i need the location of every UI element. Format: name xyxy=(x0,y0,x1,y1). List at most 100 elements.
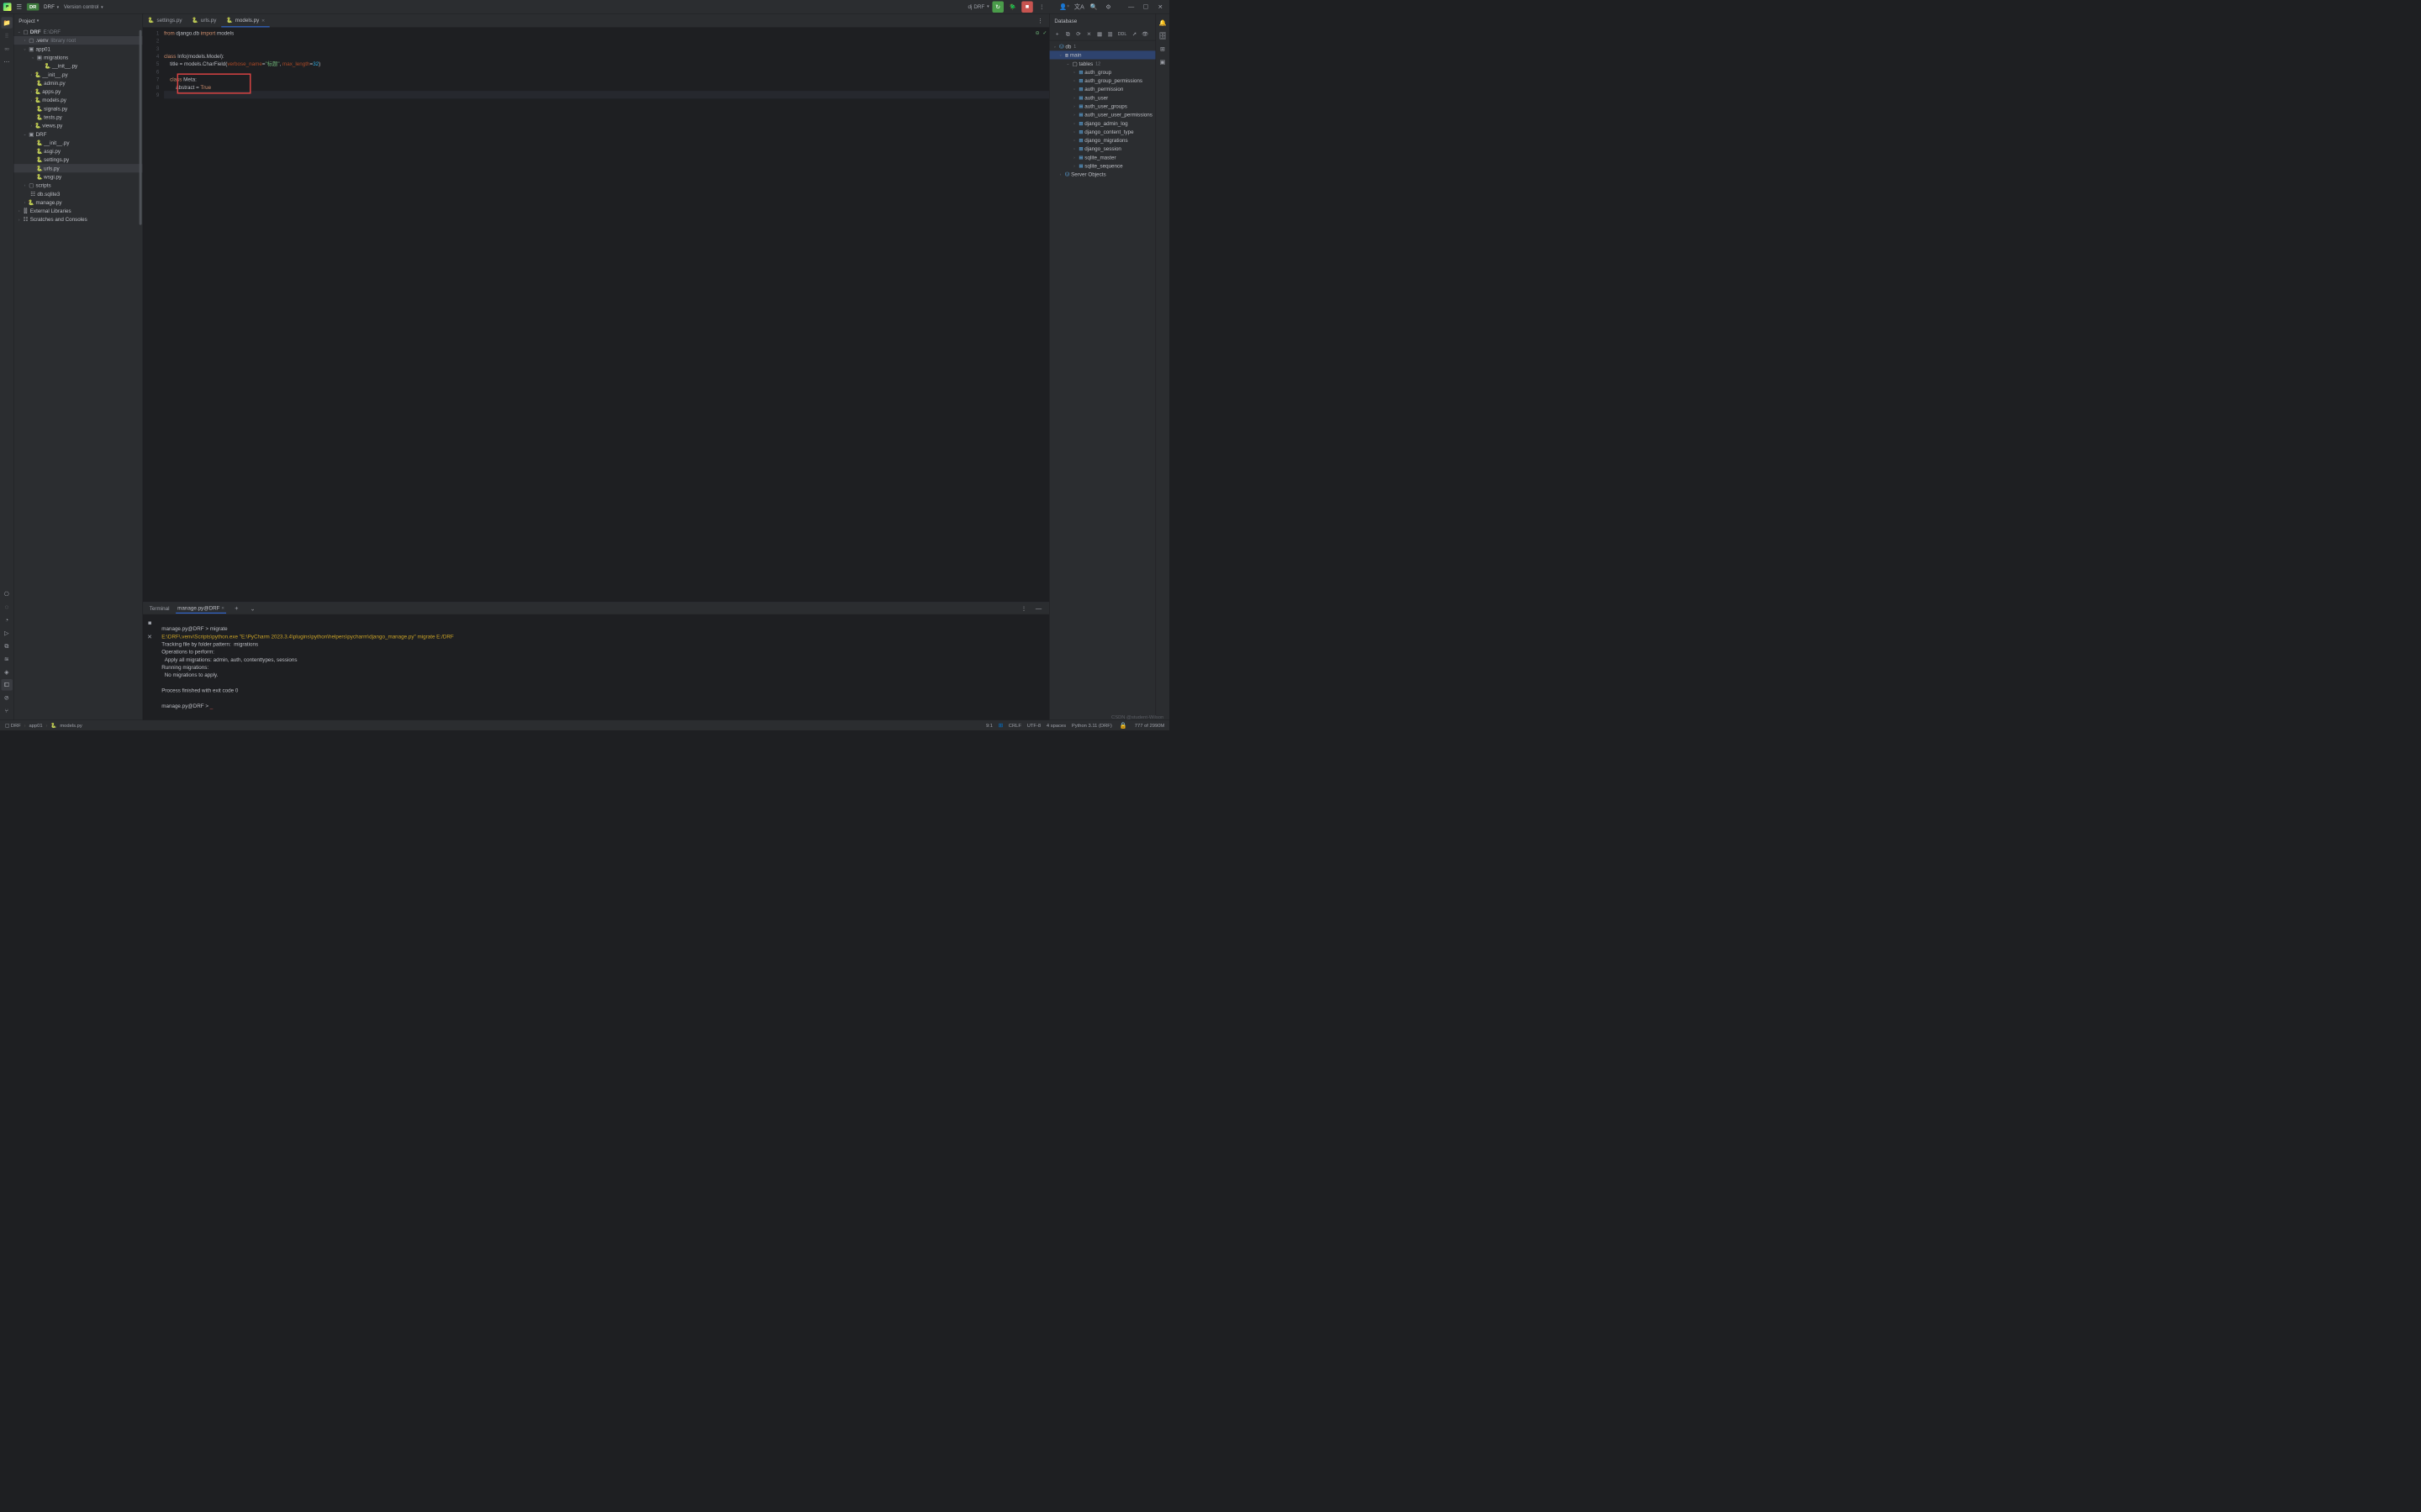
tree-file[interactable]: 🐍asgi.py xyxy=(13,147,142,155)
db-table[interactable]: ›▦django_session xyxy=(1050,145,1156,153)
git-tool-icon[interactable]: ⑂ xyxy=(1,705,13,717)
tw5-icon[interactable]: ◈ xyxy=(1,666,13,678)
tree-drf[interactable]: ⌄▣DRF xyxy=(13,130,142,139)
sciview-icon[interactable]: ⊞ xyxy=(1157,43,1168,55)
db-eye-icon[interactable]: 👁 xyxy=(1141,29,1150,39)
db-view2-icon[interactable]: ▥ xyxy=(1105,29,1115,39)
project-tool-icon[interactable]: 📁 xyxy=(1,17,13,29)
endpoints-icon[interactable]: ▣ xyxy=(1157,56,1168,68)
terminal-tool-icon[interactable]: ⧠ xyxy=(1,679,13,691)
project-panel-header[interactable]: Project ▾ xyxy=(13,13,142,27)
db-table[interactable]: ›▦auth_user_groups xyxy=(1050,102,1156,110)
notifications-icon[interactable]: 🔔 xyxy=(1157,17,1168,29)
db-node-main[interactable]: ⌄⧇main xyxy=(1050,50,1156,59)
more-actions-icon[interactable]: ⋮ xyxy=(1036,1,1048,13)
line-sep[interactable]: CRLF xyxy=(1009,722,1021,728)
tree-db[interactable]: ☷db.sqlite3 xyxy=(13,190,142,198)
db-table[interactable]: ›▦django_admin_log xyxy=(1050,119,1156,128)
tree-app01[interactable]: ⌄▣app01 xyxy=(13,45,142,53)
tree-file[interactable]: ›🐍apps.py xyxy=(13,87,142,96)
tree-file[interactable]: ›🐍views.py xyxy=(13,121,142,129)
tree-file[interactable]: 🐍signals.py xyxy=(13,104,142,113)
tree-file[interactable]: 🐍settings.py xyxy=(13,155,142,164)
db-table[interactable]: ›▦django_migrations xyxy=(1050,136,1156,145)
code-with-me-icon[interactable]: 👤⁺ xyxy=(1059,1,1071,13)
tab-urls[interactable]: 🐍urls.py xyxy=(187,13,221,27)
db-add-icon[interactable]: + xyxy=(1052,29,1062,39)
memory-indicator[interactable]: 777 of 2990M xyxy=(1135,722,1164,728)
inspection-ok-icon[interactable]: ✓ xyxy=(1042,29,1047,37)
tree-scripts[interactable]: ›▢scripts xyxy=(13,181,142,189)
bookmarks-tool-icon[interactable]: ▫▫ xyxy=(1,43,13,55)
db-refresh-icon[interactable]: ⟳ xyxy=(1074,29,1084,39)
terminal-dropdown-icon[interactable]: ⌄ xyxy=(247,603,259,614)
tree-root[interactable]: ⌄▢DRFE:\DRF xyxy=(13,28,142,36)
python-console-icon[interactable]: ⧉ xyxy=(1,640,13,652)
tree-file[interactable]: 🐍tests.py xyxy=(13,113,142,121)
scrollbar-thumb[interactable] xyxy=(140,30,142,225)
db-jump-icon[interactable]: ➚ xyxy=(1130,29,1139,39)
stop-button[interactable]: ■ xyxy=(1021,1,1033,13)
tab-more-icon[interactable]: ⋮ xyxy=(1035,15,1047,27)
encoding[interactable]: UTF-8 xyxy=(1027,722,1041,728)
tree-file[interactable]: 🐍__init__.py xyxy=(13,139,142,147)
terminal-hide-icon[interactable]: — xyxy=(1033,603,1045,614)
db-duplicate-icon[interactable]: ⧉ xyxy=(1063,29,1073,39)
tree-manage[interactable]: ›🐍manage.py xyxy=(13,198,142,207)
tree-venv[interactable]: ›▢.venvlibrary root xyxy=(13,36,142,45)
terminal-output[interactable]: manage.py@DRF > migrate E:\DRF\.venv\Scr… xyxy=(156,614,1049,719)
settings-icon[interactable]: ⚙ xyxy=(1103,1,1115,13)
problems-icon[interactable]: ⊘ xyxy=(1,693,13,704)
db-ddl-button[interactable]: DDL xyxy=(1116,31,1128,36)
tree-scratches[interactable]: ›☷Scratches and Consoles xyxy=(13,215,142,224)
tree-external[interactable]: ›⫿⫿External Libraries xyxy=(13,207,142,215)
db-stop-icon[interactable]: ⨯ xyxy=(1084,29,1094,39)
caret-position[interactable]: 9:1 xyxy=(986,722,993,728)
tab-models[interactable]: 🐍models.py× xyxy=(221,13,270,27)
vcs-dropdown[interactable]: Version control ▾ xyxy=(64,3,103,9)
tree-file-urls[interactable]: 🐍urls.py xyxy=(13,164,142,172)
db-node-tables[interactable]: ⌄▢tables12 xyxy=(1050,60,1156,68)
main-menu-icon[interactable]: ☰ xyxy=(16,3,22,11)
db-table[interactable]: ›▦sqlite_sequence xyxy=(1050,161,1156,170)
db-table[interactable]: ›▦auth_permission xyxy=(1050,85,1156,93)
structure-tool-icon[interactable]: ⫶⫶ xyxy=(1,30,13,42)
lock-icon[interactable]: 🔒 xyxy=(1118,719,1130,731)
close-tab-icon[interactable]: × xyxy=(221,605,224,611)
more-tools-icon[interactable]: ⋯ xyxy=(1,56,13,68)
tw4-icon[interactable]: ▷ xyxy=(1,627,13,639)
tree-file[interactable]: ›🐍__init__.py xyxy=(13,71,142,79)
terminal-tab-manage[interactable]: manage.py@DRF × xyxy=(176,603,226,614)
minimize-icon[interactable]: — xyxy=(1126,1,1137,13)
services-icon[interactable]: ≋ xyxy=(1,653,13,665)
tree-migrations[interactable]: ⌄▣migrations xyxy=(13,53,142,61)
run-button[interactable]: ↻ xyxy=(992,1,1004,13)
tw3-icon[interactable]: ◔ xyxy=(1,614,13,626)
project-badge[interactable]: DR xyxy=(27,3,39,11)
new-terminal-icon[interactable]: + xyxy=(231,603,243,614)
db-table[interactable]: ›▦sqlite_master xyxy=(1050,153,1156,161)
debug-button[interactable]: 🪲 xyxy=(1007,1,1019,13)
tree-file[interactable]: 🐍wsgi.py xyxy=(13,172,142,181)
interpreter[interactable]: Python 3.11 (DRF) xyxy=(1072,722,1112,728)
terminal-close-icon[interactable]: ✕ xyxy=(144,631,156,643)
indent[interactable]: 4 spaces xyxy=(1047,722,1066,728)
translate-icon[interactable]: 文A xyxy=(1073,1,1085,13)
code-editor[interactable]: 123456789 from django.db import models c… xyxy=(143,28,1049,602)
terminal-more-icon[interactable]: ⋮ xyxy=(1018,603,1030,614)
close-tab-icon[interactable]: × xyxy=(261,17,265,24)
tree-file[interactable]: ›🐍models.py xyxy=(13,96,142,104)
db-table[interactable]: ›▦auth_group_permissions xyxy=(1050,76,1156,85)
tree-file[interactable]: 🐍admin.py xyxy=(13,79,142,87)
tw2-icon[interactable]: ◌ xyxy=(1,601,13,613)
close-window-icon[interactable]: ✕ xyxy=(1155,1,1167,13)
tree-file[interactable]: 🐍__init__.py xyxy=(13,61,142,70)
tab-settings[interactable]: 🐍settings.py xyxy=(143,13,187,27)
terminal-stop-icon[interactable]: ■ xyxy=(144,617,156,629)
run-gutter-icon[interactable]: ⊖ xyxy=(1036,29,1040,37)
db-view1-icon[interactable]: ▦ xyxy=(1095,29,1105,39)
db-node-server-objects[interactable]: ›⛁Server Objects xyxy=(1050,170,1156,178)
search-icon[interactable]: 🔍 xyxy=(1088,1,1100,13)
db-table[interactable]: ›▦auth_group xyxy=(1050,68,1156,76)
database-tool-icon[interactable]: 🗄 xyxy=(1157,30,1168,42)
